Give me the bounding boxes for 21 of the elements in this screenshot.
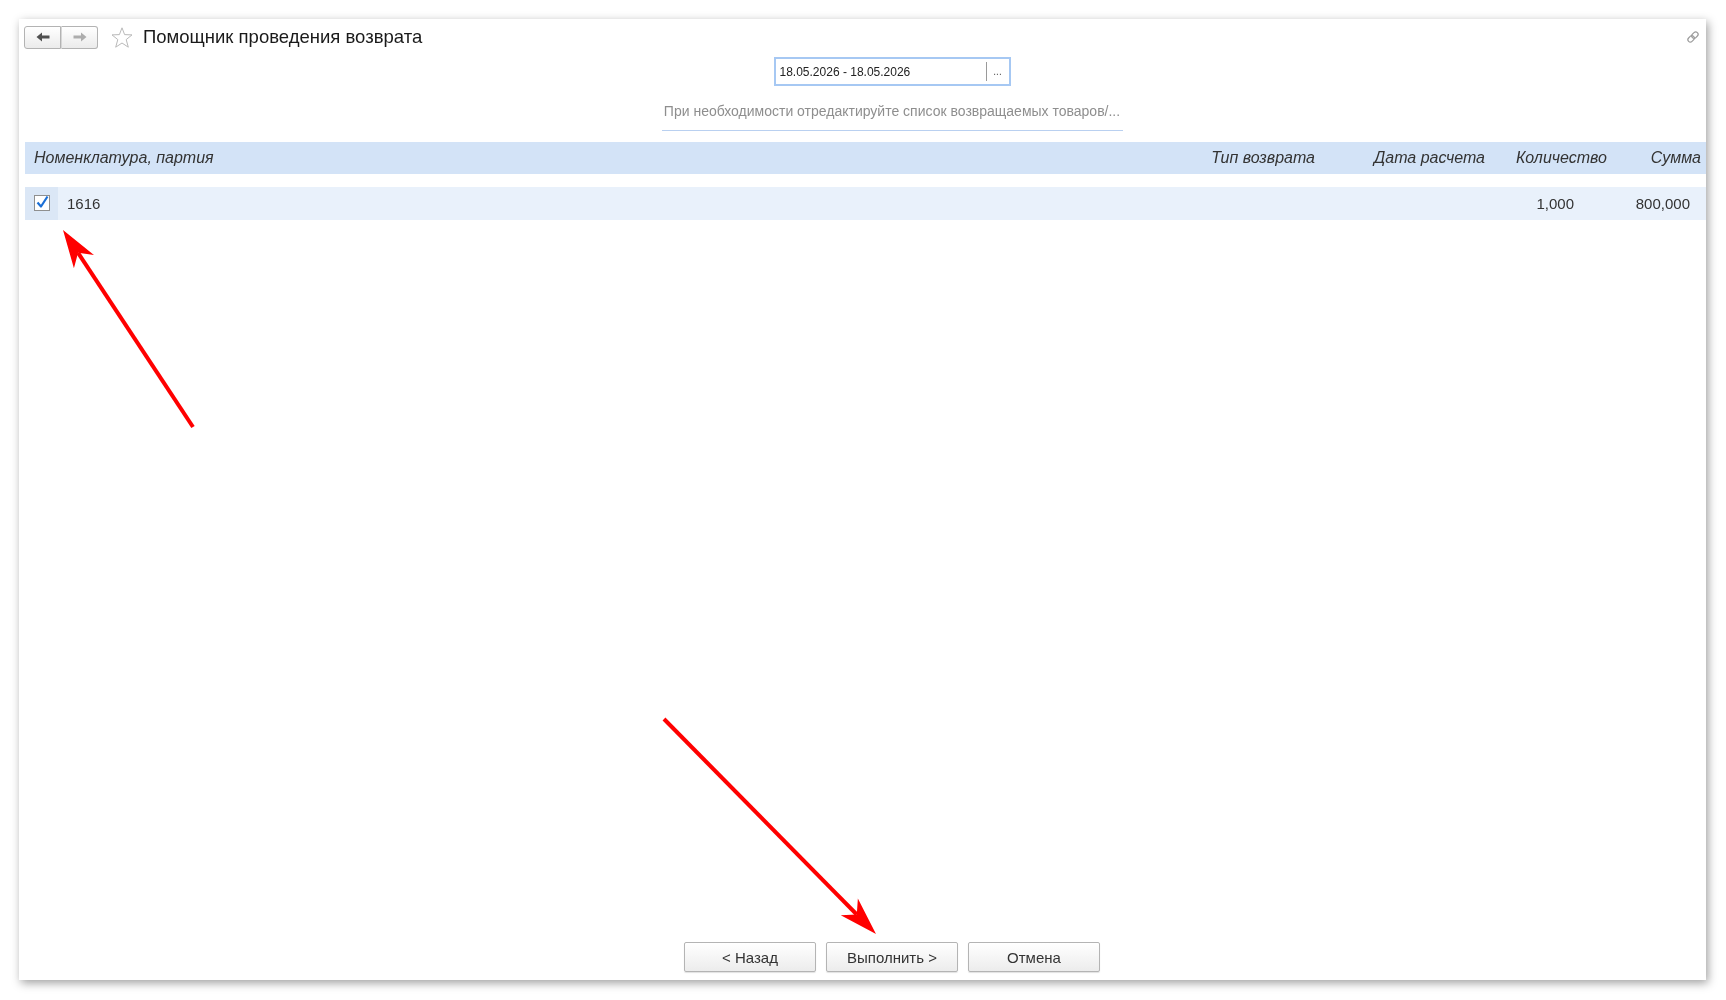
cancel-button[interactable]: Отмена bbox=[968, 942, 1100, 972]
arrow-right-icon bbox=[72, 32, 87, 42]
checkbox[interactable] bbox=[33, 194, 50, 211]
column-header[interactable]: Количество bbox=[1490, 149, 1612, 167]
column-header[interactable]: Сумма bbox=[1612, 149, 1706, 167]
choose-period-button[interactable]: ... bbox=[985, 62, 1008, 81]
table-cell-text: 800,000 bbox=[1634, 195, 1691, 212]
back-button[interactable] bbox=[24, 25, 61, 49]
column-header[interactable]: Номенклатура, партия bbox=[25, 149, 1180, 167]
star-icon[interactable] bbox=[111, 26, 133, 48]
column-header[interactable]: Тип возврата bbox=[1180, 149, 1320, 167]
run-button[interactable]: Выполнить > bbox=[826, 942, 958, 972]
table-row[interactable]: 1616 1,000 800,000 bbox=[25, 187, 1706, 220]
date-range-field[interactable]: 18.05.2026 - 18.05.2026 ... bbox=[773, 57, 1011, 86]
table-cell-text: 1616 bbox=[66, 195, 102, 212]
table-cell-text: 1,000 bbox=[1535, 195, 1575, 212]
back-step-button[interactable]: < Назад bbox=[684, 942, 816, 972]
column-header[interactable]: Дата расчета bbox=[1320, 149, 1490, 167]
window-title: Помощник проведения возврата bbox=[143, 26, 423, 48]
arrow-left-icon bbox=[35, 32, 50, 42]
link-icon[interactable] bbox=[1686, 30, 1700, 44]
